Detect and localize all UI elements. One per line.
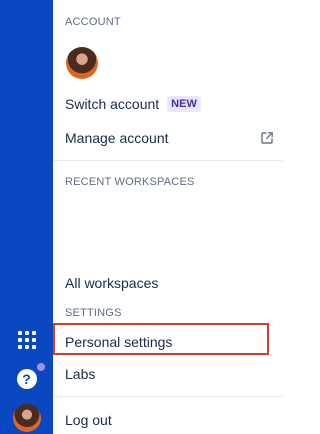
manage-account-label: Manage account xyxy=(65,130,169,146)
switch-account-item[interactable]: Switch account NEW xyxy=(53,88,282,120)
profile-avatar-button[interactable] xyxy=(0,404,53,432)
all-workspaces-item[interactable]: All workspaces xyxy=(53,267,282,299)
notification-dot xyxy=(36,363,45,371)
help-button[interactable]: ? xyxy=(0,363,53,392)
account-menu: ACCOUNT Switch account NEW Manage accoun… xyxy=(53,0,282,434)
recent-workspaces-title: RECENT WORKSPACES xyxy=(65,176,195,188)
product-sidebar: ? xyxy=(0,0,53,434)
help-glyph: ? xyxy=(22,371,31,387)
log-out-label: Log out xyxy=(65,412,112,428)
account-section-title: ACCOUNT xyxy=(65,16,121,28)
settings-section-title: SETTINGS xyxy=(65,307,122,319)
divider xyxy=(53,396,282,397)
manage-account-item[interactable]: Manage account xyxy=(53,122,282,154)
log-out-item[interactable]: Log out xyxy=(53,404,282,434)
account-avatar xyxy=(66,47,98,79)
apps-grid-icon xyxy=(17,331,36,349)
new-badge: NEW xyxy=(167,96,201,112)
divider xyxy=(53,160,282,161)
avatar xyxy=(66,47,98,79)
external-link-icon xyxy=(261,132,273,144)
switch-account-label: Switch account xyxy=(65,96,160,112)
app-switcher-button[interactable] xyxy=(0,328,53,352)
help-icon: ? xyxy=(16,363,45,389)
all-workspaces-label: All workspaces xyxy=(65,275,159,291)
selection-highlight xyxy=(53,323,269,355)
labs-label: Labs xyxy=(65,366,96,382)
avatar xyxy=(12,404,41,432)
labs-item[interactable]: Labs xyxy=(53,358,282,390)
